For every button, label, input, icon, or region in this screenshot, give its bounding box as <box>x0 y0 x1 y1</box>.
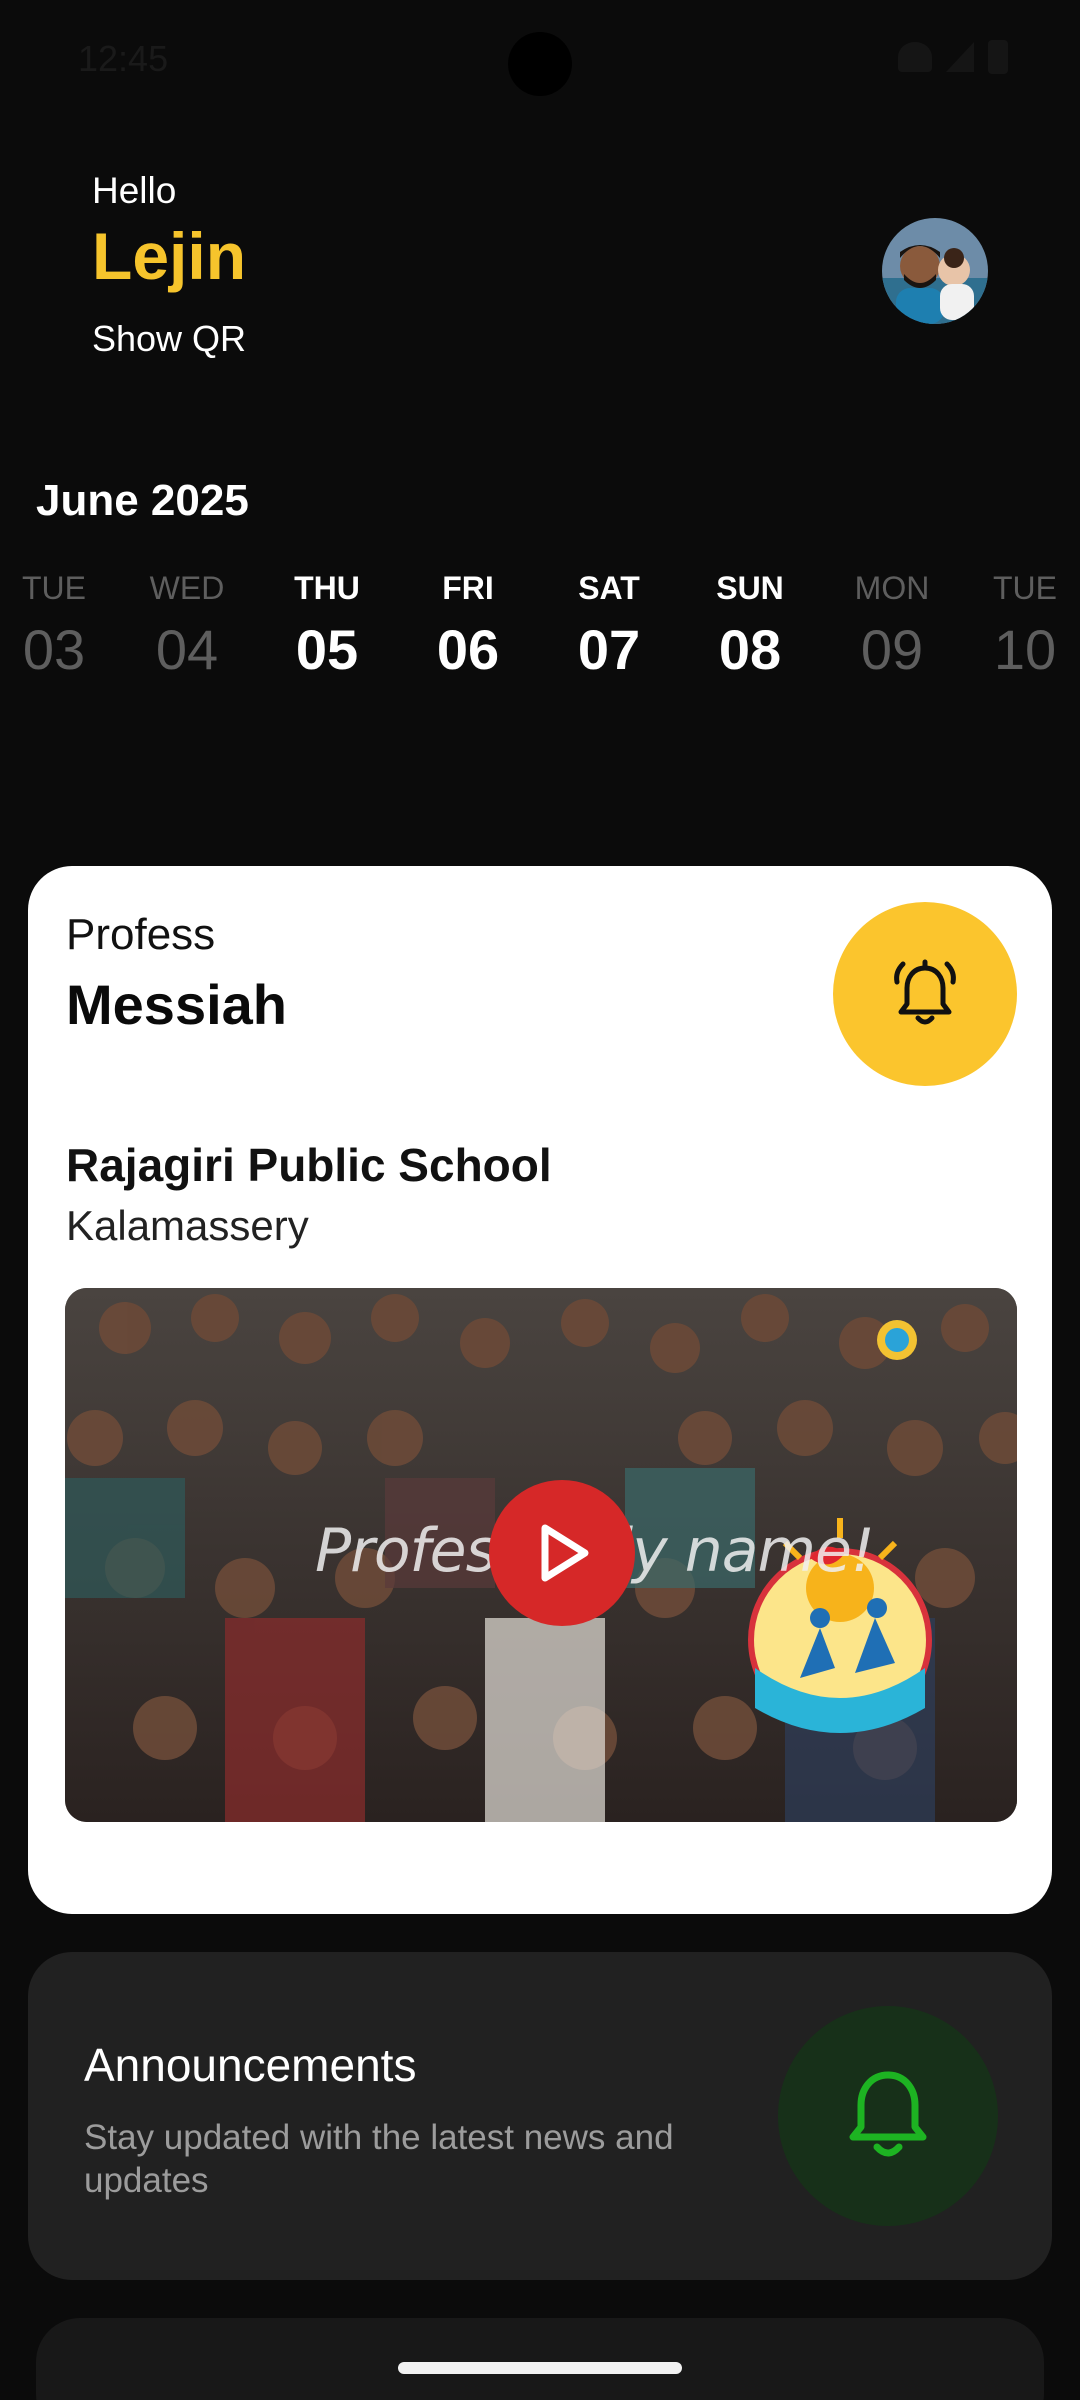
day-name: SAT <box>578 570 640 606</box>
announcements-title: Announcements <box>84 2039 417 2091</box>
user-name: Lejin <box>92 219 247 293</box>
day-name: TUE <box>993 570 1057 606</box>
day-number: 07 <box>577 618 641 681</box>
calendar-day[interactable]: MON 09 <box>822 570 962 682</box>
day-name: TUE <box>22 570 86 606</box>
home-indicator[interactable] <box>398 2362 682 2374</box>
calendar-day[interactable]: SUN 08 <box>680 570 820 682</box>
status-bar: 12:45 <box>0 0 1080 120</box>
day-number: 10 <box>993 618 1057 681</box>
status-icons <box>898 40 1008 74</box>
school-name: Rajagiri Public School <box>66 1139 552 1191</box>
greeting: Hello Lejin Show QR <box>92 170 246 360</box>
event-subtitle: Profess <box>66 910 216 959</box>
event-reminder-button[interactable] <box>833 902 1017 1086</box>
wifi-icon <box>898 42 932 72</box>
bell-ringing-icon <box>894 959 956 1025</box>
day-number: 03 <box>22 618 86 681</box>
status-time: 12:45 <box>78 38 169 79</box>
front-camera <box>508 32 572 96</box>
calendar-day[interactable]: TUE 03 <box>0 570 124 682</box>
calendar-day[interactable]: TUE 10 <box>955 570 1080 682</box>
greeting-hello: Hello <box>92 170 177 211</box>
calendar-day-strip[interactable]: TUE 03 WED 04 THU 05 FRI 06 SAT 07 SUN 0… <box>0 570 1080 682</box>
day-number: 06 <box>436 618 500 681</box>
play-button[interactable] <box>489 1480 635 1626</box>
day-number: 09 <box>860 618 924 681</box>
calendar-day[interactable]: SAT 07 <box>539 570 679 682</box>
event-card[interactable]: Profess Messiah Rajagiri Public School K… <box>28 866 1052 1914</box>
event-title: Messiah <box>66 973 287 1036</box>
calendar-month: June 2025 <box>36 476 249 525</box>
avatar-photo <box>882 218 988 324</box>
bell-icon <box>849 2071 927 2157</box>
announcements-description: Stay updated with the latest news and up… <box>84 2118 674 2200</box>
day-name: SUN <box>716 570 784 606</box>
calendar-day[interactable]: THU 05 <box>257 570 397 682</box>
school-location: Kalamassery <box>66 1202 309 1249</box>
show-qr-link[interactable]: Show QR <box>92 318 246 360</box>
day-name: MON <box>854 570 930 606</box>
avatar[interactable] <box>882 218 988 324</box>
day-number: 05 <box>295 618 359 681</box>
calendar-day[interactable]: FRI 06 <box>398 570 538 682</box>
day-name: FRI <box>442 570 494 606</box>
play-icon <box>541 1524 589 1582</box>
battery-icon <box>988 40 1008 74</box>
event-video-thumbnail[interactable]: Profess ... ly name! <box>65 1288 1017 1822</box>
announcements-icon-badge <box>778 2006 998 2226</box>
next-card-partial <box>36 2318 1044 2400</box>
profess-messiah-logo <box>877 1320 917 1360</box>
day-number: 04 <box>155 618 219 681</box>
calendar-day[interactable]: WED 04 <box>117 570 257 682</box>
day-name: WED <box>149 570 225 606</box>
signal-icon <box>946 42 974 72</box>
announcements-card[interactable]: Announcements Stay updated with the late… <box>28 1952 1052 2280</box>
day-name: THU <box>294 570 360 606</box>
day-number: 08 <box>718 618 782 681</box>
